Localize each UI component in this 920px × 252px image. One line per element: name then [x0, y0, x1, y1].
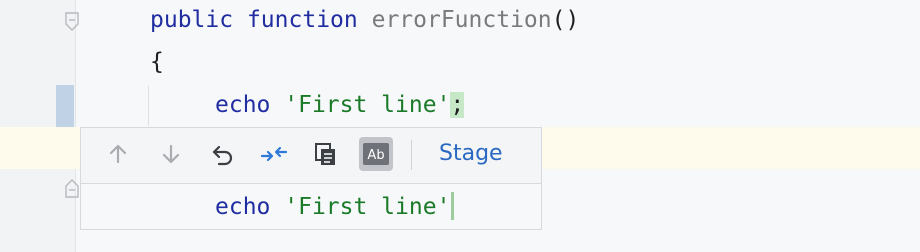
stage-button[interactable]: Stage	[439, 139, 503, 169]
fold-end-icon[interactable]	[65, 178, 79, 198]
arrow-up-icon	[106, 142, 130, 166]
copy-icon	[313, 141, 339, 167]
code-line-2[interactable]: {	[150, 47, 164, 77]
copy-button[interactable]	[309, 137, 343, 171]
diff-toolbar: Ab Stage	[81, 128, 541, 184]
svg-text:Ab: Ab	[367, 148, 384, 163]
keyword-echo: echo	[215, 92, 271, 118]
code-line-1[interactable]: public function errorFunction()	[150, 5, 579, 35]
keyword-function: function	[246, 7, 358, 33]
ab-toggle-icon: Ab	[362, 142, 390, 166]
toolbar-separator	[411, 140, 412, 170]
parens: ()	[551, 7, 580, 33]
prev-keyword-echo: echo	[215, 194, 271, 220]
text-caret	[451, 192, 455, 220]
indent-guide	[148, 86, 149, 126]
arrow-down-icon	[159, 142, 183, 166]
string-literal: 'First line'	[284, 92, 451, 118]
code-line-3[interactable]: echo 'First line';	[215, 90, 465, 120]
rollback-icon	[210, 142, 236, 166]
previous-content-line: echo 'First line'	[215, 192, 455, 222]
compare-button[interactable]	[257, 137, 291, 171]
previous-change-button[interactable]	[101, 137, 135, 171]
change-marker[interactable]	[56, 85, 74, 127]
prev-string-literal: 'First line'	[284, 194, 451, 220]
ab-toggle-button[interactable]: Ab	[359, 137, 393, 171]
rollback-button[interactable]	[206, 137, 240, 171]
fold-start-icon[interactable]	[65, 12, 79, 31]
compare-icon	[260, 141, 288, 167]
next-change-button[interactable]	[154, 137, 188, 171]
semicolon: ;	[450, 92, 465, 118]
open-brace: {	[150, 49, 164, 75]
keyword-public: public	[150, 7, 234, 33]
function-name: errorFunction	[371, 7, 552, 33]
diff-popup: Ab Stage echo 'First line'	[80, 127, 542, 230]
